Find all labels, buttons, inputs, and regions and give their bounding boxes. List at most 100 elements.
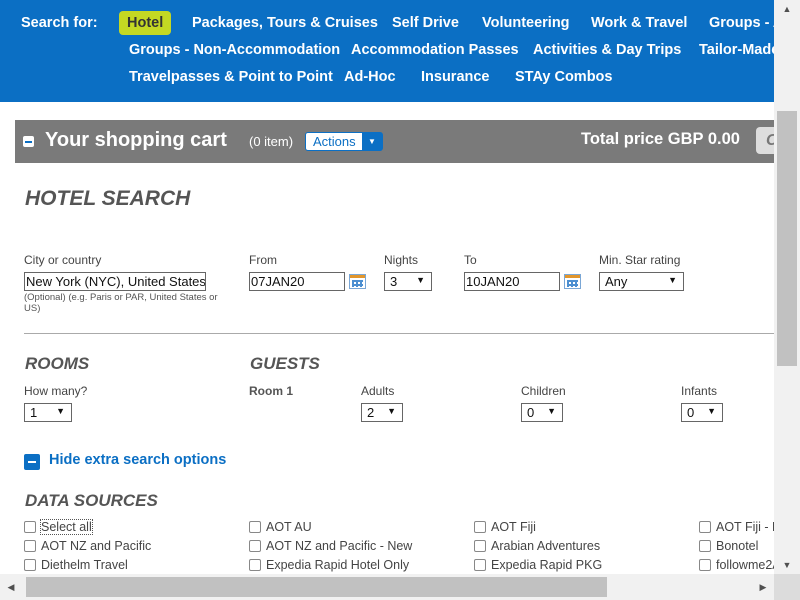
calendar-icon[interactable]	[564, 274, 581, 289]
data-source-label: Expedia Rapid Hotel Only	[266, 558, 410, 572]
star-rating-value: Any	[605, 274, 628, 289]
nights-value: 3	[390, 274, 398, 289]
star-rating-select[interactable]: Any ▼	[599, 272, 684, 291]
nav-item-ad-hoc[interactable]: Ad-Hoc	[344, 69, 396, 85]
cart-checkout-button[interactable]: C	[756, 127, 774, 154]
nights-label: Nights	[384, 253, 419, 267]
page-title: HOTEL SEARCH	[25, 187, 191, 210]
data-sources-heading: DATA SOURCES	[25, 491, 158, 510]
to-label: To	[464, 253, 477, 267]
from-label: From	[249, 253, 277, 267]
checkbox[interactable]	[24, 521, 36, 533]
checkbox[interactable]	[474, 559, 486, 571]
minus-icon[interactable]	[24, 454, 40, 470]
data-source-label: Bonotel	[716, 539, 759, 553]
nav-item-self-drive[interactable]: Self Drive	[392, 15, 459, 31]
nav-item-work-travel[interactable]: Work & Travel	[591, 15, 687, 31]
children-select[interactable]: 0 ▼	[521, 403, 563, 422]
rooms-count-select[interactable]: 1 ▼	[24, 403, 72, 422]
star-rating-label: Min. Star rating	[599, 253, 681, 267]
checkbox[interactable]	[699, 540, 711, 552]
scroll-right-icon[interactable]: ▶	[752, 574, 774, 600]
nav-item-hotel[interactable]: Hotel	[119, 11, 172, 35]
data-source-label: AOT NZ and Pacific	[41, 539, 152, 553]
data-source-label: Diethelm Travel	[41, 558, 128, 572]
vertical-scroll-thumb[interactable]	[777, 111, 797, 366]
guests-heading: GUESTS	[250, 354, 320, 373]
children-value: 0	[527, 405, 535, 420]
nav-item-groups-non-accommodation[interactable]: Groups - Non-Accommodation	[129, 42, 340, 58]
checkbox[interactable]	[249, 540, 261, 552]
rooms-how-many-label: How many?	[24, 384, 88, 398]
chevron-down-icon: ▼	[707, 406, 716, 416]
nav-item-accommodation-passes[interactable]: Accommodation Passes	[351, 42, 519, 58]
checkbox[interactable]	[474, 521, 486, 533]
search-for-label: Search for:	[21, 15, 98, 31]
data-source-label: AOT Fiji - N	[716, 520, 774, 534]
chevron-down-icon: ▼	[362, 133, 382, 150]
page-viewport: Search for: Hotel Packages, Tours & Crui…	[0, 0, 774, 574]
checkbox[interactable]	[249, 521, 261, 533]
vertical-scrollbar[interactable]: ▲ ▼	[774, 0, 800, 574]
scroll-down-icon[interactable]: ▼	[774, 556, 800, 574]
data-source-label: Arabian Adventures	[491, 539, 601, 553]
nav-item-tailor-made[interactable]: Tailor-Made	[699, 42, 774, 58]
nav-item-insurance[interactable]: Insurance	[421, 69, 490, 85]
from-date-input[interactable]: 07JAN20	[249, 272, 345, 291]
horizontal-scroll-thumb[interactable]	[26, 577, 607, 597]
rooms-count-value: 1	[30, 405, 38, 420]
data-source-label: AOT AU	[266, 520, 312, 534]
cart-item-count: (0 item)	[249, 134, 294, 149]
checkbox[interactable]	[699, 559, 711, 571]
checkbox[interactable]	[474, 540, 486, 552]
nav-item-groups-accommodation[interactable]: Groups - A	[709, 15, 774, 31]
infants-value: 0	[687, 405, 695, 420]
hide-extra-options-link[interactable]: Hide extra search options	[49, 452, 226, 468]
calendar-icon[interactable]	[349, 274, 366, 289]
nights-select[interactable]: 3 ▼	[384, 272, 432, 291]
data-source-label: followme2A	[716, 558, 774, 572]
nav-item-packages-tours-cruises[interactable]: Packages, Tours & Cruises	[192, 15, 378, 31]
children-label: Children	[521, 384, 566, 398]
data-source-label: AOT NZ and Pacific - New	[266, 539, 413, 553]
rooms-heading: ROOMS	[25, 354, 90, 373]
actions-dropdown-button[interactable]: Actions ▼	[305, 132, 383, 151]
minus-icon[interactable]	[23, 136, 34, 147]
infants-select[interactable]: 0 ▼	[681, 403, 723, 422]
top-navigation: Search for: Hotel Packages, Tours & Crui…	[0, 0, 774, 102]
checkbox[interactable]	[24, 559, 36, 571]
chevron-down-icon: ▼	[56, 406, 65, 416]
cart-title: Your shopping cart	[45, 129, 227, 151]
nav-item-volunteering[interactable]: Volunteering	[482, 15, 570, 31]
nav-item-activities-day-trips[interactable]: Activities & Day Trips	[533, 42, 681, 58]
horizontal-scrollbar[interactable]: ◀ ▶	[0, 574, 774, 600]
city-hint: (Optional) (e.g. Paris or PAR, United St…	[24, 292, 218, 314]
scroll-left-icon[interactable]: ◀	[0, 574, 22, 600]
chevron-down-icon: ▼	[387, 406, 396, 416]
data-source-label: AOT Fiji	[491, 520, 536, 534]
total-price: Total price GBP 0.00	[581, 130, 740, 148]
data-source-label: Select all	[40, 519, 93, 535]
adults-label: Adults	[361, 384, 395, 398]
scroll-up-icon[interactable]: ▲	[774, 0, 800, 18]
scrollbar-corner	[774, 574, 800, 600]
nav-item-stay-combos[interactable]: STAy Combos	[515, 69, 612, 85]
checkbox[interactable]	[24, 540, 36, 552]
city-label: City or country	[24, 253, 102, 267]
adults-value: 2	[367, 405, 375, 420]
data-source-label: Expedia Rapid PKG	[491, 558, 603, 572]
adults-select[interactable]: 2 ▼	[361, 403, 403, 422]
to-date-input[interactable]: 10JAN20	[464, 272, 560, 291]
infants-label: Infants	[681, 384, 718, 398]
room-1-label: Room 1	[249, 384, 294, 398]
shopping-cart-bar: Your shopping cart (0 item) Actions ▼ To…	[15, 120, 774, 163]
chevron-down-icon: ▼	[668, 275, 677, 285]
chevron-down-icon: ▼	[416, 275, 425, 285]
city-input[interactable]: New York (NYC), United States	[24, 272, 206, 291]
section-divider	[24, 333, 774, 334]
nav-item-travelpasses-point-to-point[interactable]: Travelpasses & Point to Point	[129, 69, 333, 85]
checkbox[interactable]	[249, 559, 261, 571]
actions-label: Actions	[313, 134, 356, 149]
chevron-down-icon: ▼	[547, 406, 556, 416]
checkbox[interactable]	[699, 521, 711, 533]
